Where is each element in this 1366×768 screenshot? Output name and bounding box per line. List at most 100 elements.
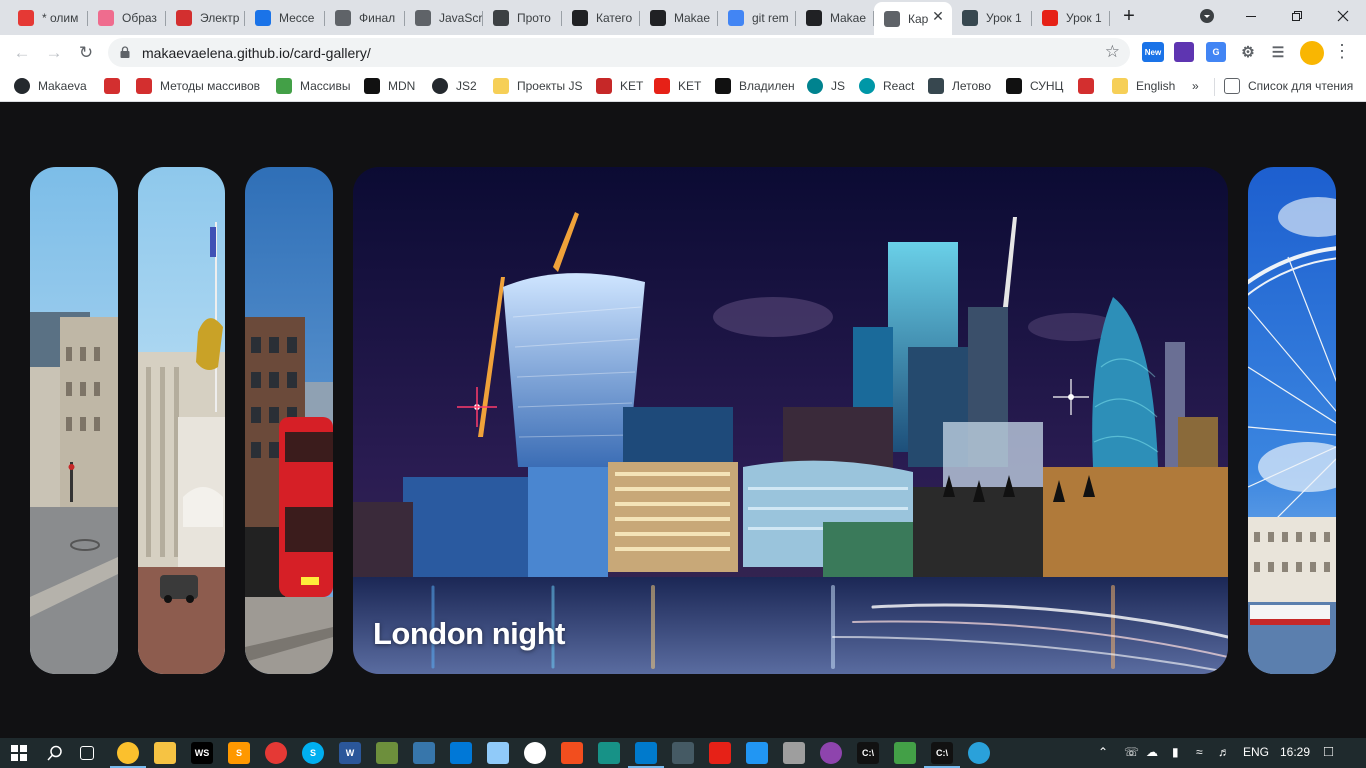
menu-kebab-icon[interactable]: ⋮ (1333, 41, 1351, 62)
volume-icon[interactable]: ♬ (1218, 745, 1230, 759)
language-indicator[interactable]: ENG (1243, 745, 1269, 759)
taskbar-minecraft-icon[interactable] (376, 742, 398, 764)
gallery-card-london-night[interactable]: London night (353, 167, 1228, 674)
browser-tab[interactable]: Makae (796, 4, 874, 31)
reload-button[interactable]: ↻ (72, 39, 100, 67)
forward-button[interactable]: → (40, 39, 68, 67)
onedrive-icon[interactable]: ☁ (1146, 745, 1158, 759)
bookmark-item[interactable]: KET (596, 77, 643, 95)
taskbar-figma-icon[interactable] (561, 742, 583, 764)
taskbar-chrome-icon[interactable] (110, 742, 146, 768)
bookmark-item[interactable]: JS2 (432, 77, 477, 95)
bus-image (245, 167, 333, 674)
new-tab-button[interactable]: + (1114, 4, 1144, 28)
bookmark-item[interactable]: MDN (364, 77, 415, 95)
taskbar-vscode-icon[interactable] (628, 742, 664, 768)
bookmark-item[interactable]: JS (807, 77, 845, 95)
taskbar-task-view-icon[interactable] (80, 746, 94, 760)
bookmark-item[interactable]: English (1112, 77, 1175, 95)
bookmark-item[interactable]: React (859, 77, 914, 95)
taskbar-notepad-icon[interactable] (487, 742, 509, 764)
taskbar-youtube-icon[interactable] (709, 742, 731, 764)
taskbar-calculator-icon[interactable] (672, 742, 694, 764)
browser-tab[interactable]: Финал (325, 4, 405, 31)
browser-tab[interactable]: * олим (8, 4, 88, 31)
taskbar-telegram-icon[interactable] (968, 742, 990, 764)
bookmark-item[interactable]: Массивы (276, 77, 351, 95)
media-control-icon[interactable]: ☰ (1268, 42, 1288, 62)
clock[interactable]: 16:29 (1280, 745, 1310, 759)
bookmark-item[interactable] (1078, 77, 1094, 95)
taskbar-python-icon[interactable] (413, 742, 435, 764)
wifi-icon[interactable]: ≈ (1196, 745, 1203, 759)
taskbar-explorer-icon[interactable] (154, 742, 176, 764)
tab-favicon-icon (806, 9, 822, 26)
taskbar-skype-icon[interactable]: S (302, 742, 324, 764)
taskbar-recorder-icon[interactable] (265, 742, 287, 764)
puzzle-extensions-icon[interactable]: ⚙ (1238, 42, 1258, 62)
gallery-card-london-eye[interactable] (1248, 167, 1336, 674)
bookmark-item[interactable]: Makaeva (14, 77, 87, 95)
taskbar-app-label: C:\ (936, 748, 948, 758)
browser-tab[interactable]: Мессе (245, 4, 325, 31)
bookmark-star-icon[interactable]: ☆ (1105, 42, 1120, 62)
tab-title: Урок 1 (986, 10, 1022, 25)
browser-tab[interactable]: Кар ✕ (874, 2, 952, 35)
browser-tab[interactable]: git rem (718, 4, 796, 31)
start-button[interactable] (8, 742, 30, 764)
bookmark-item[interactable]: СУНЦ (1006, 77, 1063, 95)
search-button[interactable] (44, 742, 66, 764)
more-bookmarks-button[interactable]: » (1192, 77, 1199, 95)
gallery-card-monument[interactable] (138, 167, 225, 674)
taskbar-word-icon[interactable]: W (339, 742, 361, 764)
tab-separator (1109, 11, 1110, 26)
bookmark-label: Makaeva (38, 79, 87, 93)
minimize-button[interactable] (1236, 4, 1266, 28)
reading-list-button[interactable]: Список для чтения (1224, 77, 1353, 95)
browser-tab[interactable]: Прото (483, 4, 562, 31)
tab-close-icon[interactable]: ✕ (930, 8, 946, 24)
bookmark-item[interactable]: Методы массивов (136, 77, 260, 95)
browser-tab[interactable]: Электр (166, 4, 245, 31)
tab-search-button[interactable] (1192, 4, 1222, 28)
browser-tab[interactable]: Катего (562, 4, 640, 31)
tray-overflow-icon[interactable]: ⌃ (1098, 745, 1108, 759)
back-button[interactable]: ← (8, 39, 36, 67)
gallery-card-bus[interactable] (245, 167, 333, 674)
browser-tab[interactable]: Урок 1 (952, 4, 1032, 31)
taskbar-sublime-icon[interactable]: S (228, 742, 250, 764)
restore-button[interactable] (1282, 4, 1312, 28)
gallery-card-street[interactable] (30, 167, 118, 674)
taskbar-github-desktop-icon[interactable] (820, 742, 842, 764)
taskbar-webstorm-icon[interactable]: WS (191, 742, 213, 764)
address-bar[interactable]: makaevaelena.github.io/card-gallery/ ☆ (108, 38, 1130, 67)
taskbar-vr-icon[interactable] (783, 742, 805, 764)
notifications-icon[interactable]: □ (1324, 743, 1333, 760)
gto-icon (1078, 78, 1094, 94)
translate-extension-icon[interactable]: G (1206, 42, 1226, 62)
browser-tab[interactable]: Урок 1 (1032, 4, 1110, 31)
browser-tab[interactable]: JavaScr (405, 4, 483, 31)
browser-tab[interactable]: Makae (640, 4, 718, 31)
bookmark-item[interactable]: KET (654, 77, 701, 95)
color-picker-extension-icon[interactable] (1174, 42, 1194, 62)
taskbar-photos-icon[interactable] (524, 742, 546, 764)
leaf-icon (276, 78, 292, 94)
bookmark-item[interactable]: Проекты JS (493, 77, 583, 95)
taskbar-monitor-icon[interactable] (746, 742, 768, 764)
taskbar-paint-icon[interactable] (450, 742, 472, 764)
extension-new-icon[interactable]: New (1142, 42, 1164, 62)
battery-icon[interactable]: ▮ (1172, 745, 1179, 759)
taskbar-cmd2-icon[interactable]: C:\ (924, 742, 960, 768)
bookmark-item[interactable] (104, 77, 120, 95)
phone-link-icon[interactable]: ☏ (1124, 745, 1139, 759)
profile-avatar[interactable] (1300, 41, 1324, 65)
browser-tab[interactable]: Образ (88, 4, 166, 31)
taskbar-node-icon[interactable] (894, 742, 916, 764)
taskbar-cmd-icon[interactable]: C:\ (857, 742, 879, 764)
close-window-button[interactable] (1328, 4, 1358, 28)
windows-taskbar: WS S S W C:\ C:\ ⌃ ☏ ☁ ▮ ≈ ♬ ENG 16:29 □ (0, 738, 1366, 768)
bookmark-item[interactable]: Владилен (715, 77, 795, 95)
taskbar-gitkraken-icon[interactable] (598, 742, 620, 764)
bookmark-item[interactable]: Летово (928, 77, 991, 95)
